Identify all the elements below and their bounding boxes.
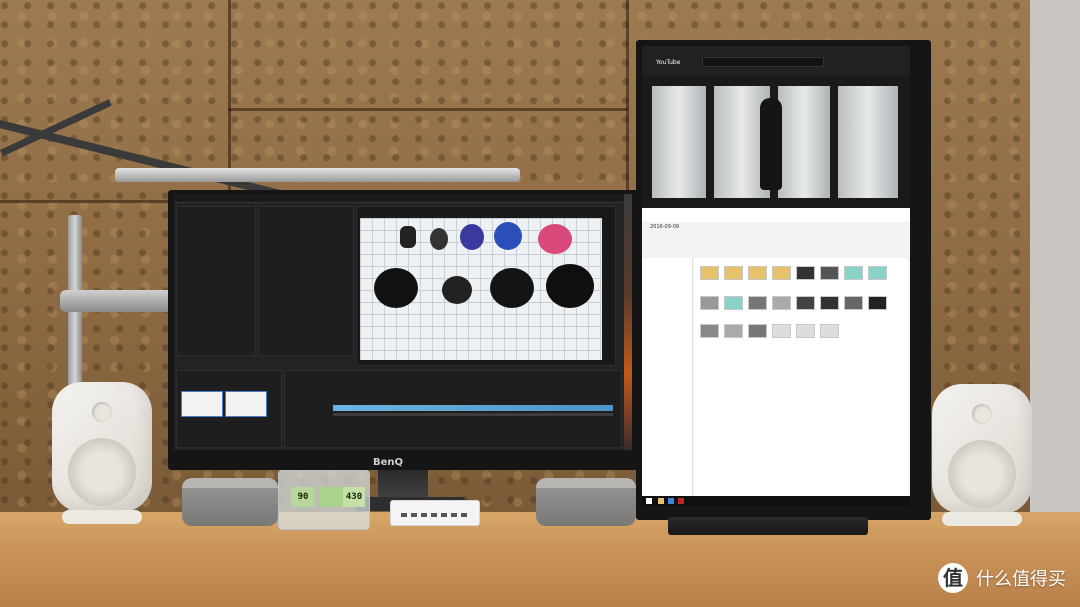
document-file-icon[interactable] [820,324,839,338]
windows-taskbar [642,496,910,506]
meter-display-mid [319,487,343,507]
speaker-woofer [948,440,1016,508]
wall-seam [626,0,629,190]
left-monitor: BenQ [168,190,638,470]
right-monitor: YouTube 2016-09-09 [636,40,931,520]
watermark-logo-icon: 值 [938,563,968,593]
image-file-icon[interactable] [772,296,791,310]
monitor-stand [378,470,428,500]
clip-thumbnail[interactable] [225,391,267,417]
image-file-icon[interactable] [820,296,839,310]
image-file-icon[interactable] [868,296,887,310]
clip-thumbnail[interactable] [181,391,223,417]
part [460,224,484,250]
explorer-ribbon: 2016-09-09 [642,222,910,259]
audio-track[interactable] [333,413,613,416]
usb-port [431,513,437,517]
speaker-foot [942,512,1022,526]
image-file-icon[interactable] [844,266,863,280]
subwoofer [536,478,636,526]
wall-seam [228,108,628,111]
part [374,268,418,308]
image-file-icon[interactable] [796,296,815,310]
image-file-icon[interactable] [700,296,719,310]
effect-controls-panel [176,206,256,356]
meter-display-left: 90 [291,487,315,507]
curtain [652,86,706,198]
usb-port [441,513,447,517]
image-file-icon[interactable] [700,324,719,338]
monitor-base [668,517,868,535]
taskbar-strip [624,194,632,450]
image-file-icon[interactable] [748,324,767,338]
project-panel [176,370,282,448]
explorer-nav-pane [642,258,693,498]
folder-icon[interactable] [772,266,791,280]
usb-port [401,513,407,517]
left-speaker [52,382,152,524]
watermark: 值 什么值得买 [938,563,1066,593]
part [442,276,472,304]
meter-display-right: 430 [343,487,365,507]
part [538,224,572,254]
image-file-icon[interactable] [844,296,863,310]
power-meter: 90 430 [278,470,370,530]
youtube-logo: YouTube [656,59,681,66]
usb-port [451,513,457,517]
monitor-light-bar [115,168,520,182]
speaker-woofer [68,438,136,506]
part [490,268,534,308]
portrait-screen: YouTube 2016-09-09 [642,46,910,506]
youtube-header: YouTube [642,46,910,76]
video-title-bar [642,208,910,223]
browser-taskbar-icon[interactable] [668,498,674,504]
explorer-file-grid [694,258,908,498]
app-taskbar-icon[interactable] [678,498,684,504]
image-file-icon[interactable] [820,266,839,280]
program-preview [360,218,602,360]
dancer-figure [760,98,782,190]
image-file-icon[interactable] [724,324,743,338]
subwoofer [182,478,278,526]
usb-port [421,513,427,517]
speaker-tweeter [972,404,992,424]
video-track[interactable] [333,405,613,411]
part [400,226,416,248]
folder-icon[interactable] [724,266,743,280]
explorer-taskbar-icon[interactable] [658,498,664,504]
search-input[interactable] [702,57,824,67]
curtain [778,86,830,198]
image-file-icon[interactable] [748,296,767,310]
premiere-screen [174,194,632,450]
usb-charger [390,500,480,526]
watermark-text: 什么值得买 [976,569,1066,590]
folder-icon[interactable] [748,266,767,280]
curtain [838,86,898,198]
start-icon[interactable] [646,498,652,504]
right-speaker [932,384,1032,526]
document-file-icon[interactable] [772,324,791,338]
source-panel [258,206,354,356]
image-file-icon[interactable] [724,296,743,310]
document-file-icon[interactable] [796,324,815,338]
video-player[interactable] [642,76,910,208]
folder-icon[interactable] [700,266,719,280]
side-wall [1030,0,1080,515]
part [430,228,448,250]
image-file-icon[interactable] [868,266,887,280]
wooden-desk [0,512,1080,607]
monitor-arm [60,290,175,312]
image-file-icon[interactable] [796,266,815,280]
usb-port [461,513,467,517]
speaker-tweeter [92,402,112,422]
timeline-panel [284,370,622,448]
usb-port [411,513,417,517]
part [494,222,522,250]
menu-bar [174,194,632,203]
part [546,264,594,308]
explorer-path: 2016-09-09 [650,224,680,230]
speaker-foot [62,510,142,524]
monitor-brand-logo: BenQ [373,457,404,468]
